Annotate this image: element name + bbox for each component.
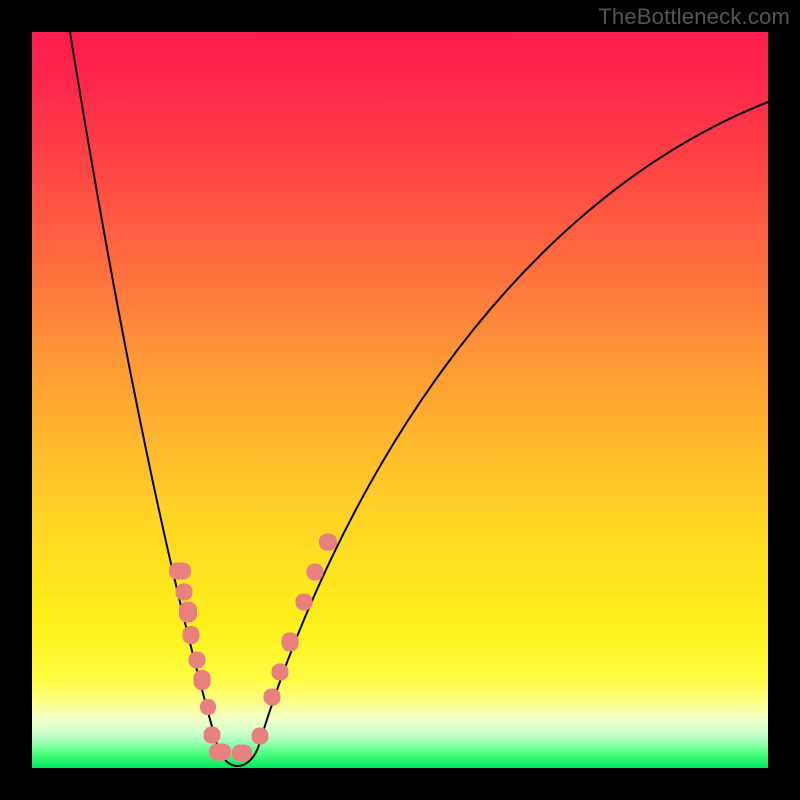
marker-curve-dots-8 bbox=[209, 744, 231, 761]
marker-curve-dots-16 bbox=[319, 534, 337, 551]
marker-curve-dots-13 bbox=[282, 633, 299, 652]
chart-frame: TheBottleneck.com bbox=[0, 0, 800, 800]
marker-curve-dots-4 bbox=[189, 652, 206, 669]
marker-curve-dots-7 bbox=[204, 727, 221, 744]
marker-curve-dots-5 bbox=[194, 670, 211, 690]
marker-curve-dots-6 bbox=[200, 699, 216, 715]
marker-curve-dots-9 bbox=[232, 745, 252, 762]
marker-curve-dots-0 bbox=[169, 563, 191, 580]
marker-group bbox=[169, 534, 337, 762]
marker-curve-dots-1 bbox=[176, 584, 193, 601]
series-bottleneck-curve bbox=[70, 32, 768, 766]
marker-curve-dots-11 bbox=[264, 689, 281, 706]
marker-curve-dots-10 bbox=[252, 728, 269, 745]
curve-layer bbox=[32, 32, 768, 768]
gradient-plot-area bbox=[32, 32, 768, 768]
marker-curve-dots-2 bbox=[179, 602, 197, 623]
marker-curve-dots-14 bbox=[296, 594, 313, 611]
watermark-text: TheBottleneck.com bbox=[598, 4, 790, 30]
marker-curve-dots-12 bbox=[272, 664, 289, 681]
marker-curve-dots-3 bbox=[183, 626, 200, 644]
marker-curve-dots-15 bbox=[307, 564, 324, 581]
series-group bbox=[70, 32, 768, 766]
